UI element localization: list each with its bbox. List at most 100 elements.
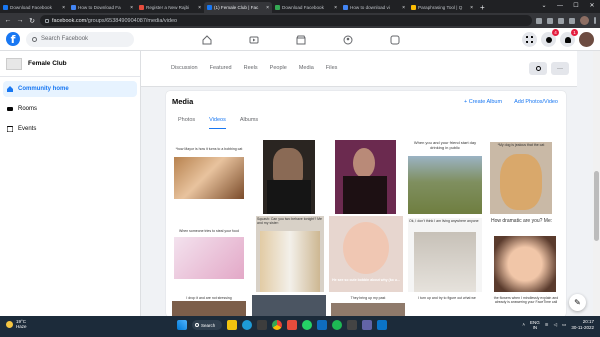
video-thumbnail[interactable]: When someone tries to steal your food bbox=[172, 227, 246, 283]
close-icon[interactable]: × bbox=[198, 5, 201, 11]
create-album-link[interactable]: + Create Album bbox=[464, 99, 502, 105]
tab-media[interactable]: Media bbox=[299, 65, 314, 71]
scrollbar-thumb[interactable] bbox=[594, 171, 599, 241]
media-title: Media bbox=[172, 97, 194, 106]
tab-files[interactable]: Files bbox=[326, 65, 338, 71]
volume-icon[interactable]: ◁ bbox=[554, 322, 557, 328]
chrome-icon[interactable] bbox=[272, 320, 282, 330]
tab-people[interactable]: People bbox=[270, 65, 287, 71]
app-icon[interactable] bbox=[347, 320, 357, 330]
taskbar-search[interactable]: Search bbox=[192, 320, 222, 330]
video-thumbnail[interactable]: They bring up my past bbox=[331, 295, 405, 317]
home-nav-button[interactable] bbox=[183, 28, 230, 51]
gaming-nav-button[interactable] bbox=[371, 28, 418, 51]
wifi-icon[interactable]: ≋ bbox=[545, 322, 549, 328]
edge-icon[interactable] bbox=[242, 320, 252, 330]
video-caption: Squash: Can you two behave tonight? Me a… bbox=[257, 217, 322, 225]
browser-tab[interactable]: Register a New Rajbi × bbox=[136, 2, 204, 13]
group-search-button[interactable] bbox=[529, 62, 547, 75]
back-icon[interactable]: ← bbox=[4, 17, 12, 24]
tab-reels[interactable]: Reels bbox=[244, 65, 258, 71]
video-thumbnail[interactable]: Squash: Can you two behave tonight? Me a… bbox=[256, 216, 324, 292]
forward-icon[interactable]: → bbox=[16, 17, 24, 24]
menu-button[interactable] bbox=[522, 32, 537, 47]
notifications-button[interactable]: 1 bbox=[560, 29, 578, 47]
watch-nav-button[interactable] bbox=[230, 28, 277, 51]
sidebar-item-community-home[interactable]: Community home bbox=[3, 81, 137, 97]
app-icon[interactable] bbox=[377, 320, 387, 330]
video-thumbnail[interactable]: How dramatic are you? Me: bbox=[490, 218, 560, 292]
add-photos-video-link[interactable]: Add Photos/Video bbox=[514, 99, 558, 105]
weather-widget[interactable]: 19°C Haze bbox=[6, 319, 27, 329]
extensions-icon[interactable] bbox=[558, 17, 564, 24]
system-tray: ˄ ENG IN ≋ ◁ ▭ 20:17 30-11-2022 bbox=[522, 319, 594, 330]
video-thumbnail[interactable]: I drop it and are not stressing bbox=[172, 295, 246, 317]
close-icon[interactable]: × bbox=[402, 5, 405, 11]
new-message-button[interactable]: ✎ bbox=[569, 294, 586, 311]
messenger-button[interactable]: 4 bbox=[541, 29, 559, 47]
video-thumbnail[interactable]: *how Mayor is how it turns to a bobbing … bbox=[172, 145, 246, 203]
close-icon[interactable]: × bbox=[62, 5, 65, 11]
store-icon[interactable] bbox=[287, 320, 297, 330]
sidebar-icon[interactable] bbox=[569, 17, 575, 24]
close-icon[interactable]: × bbox=[130, 5, 133, 11]
group-more-button[interactable]: ··· bbox=[551, 62, 569, 75]
media-tab-photos[interactable]: Photos bbox=[178, 117, 195, 129]
tab-featured[interactable]: Featured bbox=[210, 65, 232, 71]
sidebar-item-events[interactable]: Events bbox=[3, 121, 137, 137]
video-caption: *My dog is jealous that the cat bbox=[497, 143, 545, 147]
browser-tab[interactable]: How to download vi × bbox=[340, 2, 408, 13]
battery-icon[interactable]: ▭ bbox=[562, 322, 566, 328]
file-explorer-icon[interactable] bbox=[227, 320, 237, 330]
browser-tab[interactable]: Paraphrasing Tool | Q × bbox=[408, 2, 476, 13]
video-thumbnail[interactable]: the flowers when I mindlessly explain an… bbox=[489, 295, 563, 317]
close-icon[interactable]: × bbox=[470, 5, 473, 11]
search-input[interactable]: Search Facebook bbox=[26, 31, 134, 47]
mail-icon[interactable] bbox=[317, 320, 327, 330]
browser-tab[interactable]: How to Download Fa × bbox=[68, 2, 136, 13]
whatsapp-icon[interactable] bbox=[302, 320, 312, 330]
media-tab-videos[interactable]: Videos bbox=[209, 117, 226, 129]
video-thumbnail[interactable]: When you and your friend start day drink… bbox=[408, 140, 482, 214]
facebook-logo[interactable]: f bbox=[6, 32, 20, 46]
new-tab-button[interactable]: + bbox=[476, 2, 489, 13]
spotify-icon[interactable] bbox=[332, 320, 342, 330]
close-window-icon[interactable]: ✕ bbox=[584, 0, 600, 12]
minimize-icon[interactable]: — bbox=[552, 0, 568, 12]
video-thumbnail[interactable] bbox=[335, 140, 396, 214]
video-thumbnail[interactable] bbox=[263, 140, 315, 214]
video-thumbnail[interactable] bbox=[252, 295, 326, 317]
video-thumbnail[interactable]: He see so cute bobbin about why (ko u... bbox=[329, 216, 403, 292]
video-thumbnail[interactable]: I turn up and try to figure out what we bbox=[410, 295, 484, 317]
page-scrollbar[interactable] bbox=[593, 51, 600, 316]
notes-icon[interactable] bbox=[362, 320, 372, 330]
reload-icon[interactable]: ↻ bbox=[28, 17, 36, 25]
account-avatar[interactable] bbox=[579, 32, 594, 47]
profile-avatar[interactable] bbox=[580, 16, 589, 25]
clock[interactable]: 20:17 30-11-2022 bbox=[571, 319, 594, 330]
browser-tab[interactable]: Download Facebook × bbox=[272, 2, 340, 13]
tab-discussion[interactable]: Discussion bbox=[171, 65, 198, 71]
group-header[interactable]: Female Club bbox=[0, 51, 140, 77]
share-icon[interactable] bbox=[536, 17, 542, 24]
bell-icon bbox=[564, 36, 571, 43]
sidebar-item-rooms[interactable]: Rooms bbox=[3, 101, 137, 117]
maximize-icon[interactable]: ☐ bbox=[568, 0, 584, 12]
chevron-up-icon[interactable]: ˄ bbox=[522, 322, 525, 327]
bookmark-star-icon[interactable] bbox=[547, 17, 553, 24]
close-icon[interactable]: × bbox=[266, 5, 269, 11]
video-thumbnail[interactable]: *My dog is jealous that the cat bbox=[490, 142, 552, 214]
group-cover-thumbnail bbox=[6, 57, 22, 70]
groups-nav-button[interactable] bbox=[324, 28, 371, 51]
marketplace-nav-button[interactable] bbox=[277, 28, 324, 51]
browser-tab-active[interactable]: (1) Female Club | Fac × bbox=[204, 2, 272, 13]
camera-icon[interactable] bbox=[257, 320, 267, 330]
windows-start-icon[interactable] bbox=[177, 320, 187, 330]
browser-tab[interactable]: Download Facebook × bbox=[0, 2, 68, 13]
video-thumbnail[interactable]: Ok, I don't think I am living anywhere a… bbox=[408, 218, 482, 292]
chevron-down-icon[interactable]: ⌄ bbox=[536, 0, 552, 12]
url-field[interactable]: facebook.com/groups/6538490904087/media/… bbox=[40, 15, 532, 26]
close-icon[interactable]: × bbox=[334, 5, 337, 11]
menu-kebab-icon[interactable] bbox=[594, 17, 596, 24]
media-tab-albums[interactable]: Albums bbox=[240, 117, 258, 129]
